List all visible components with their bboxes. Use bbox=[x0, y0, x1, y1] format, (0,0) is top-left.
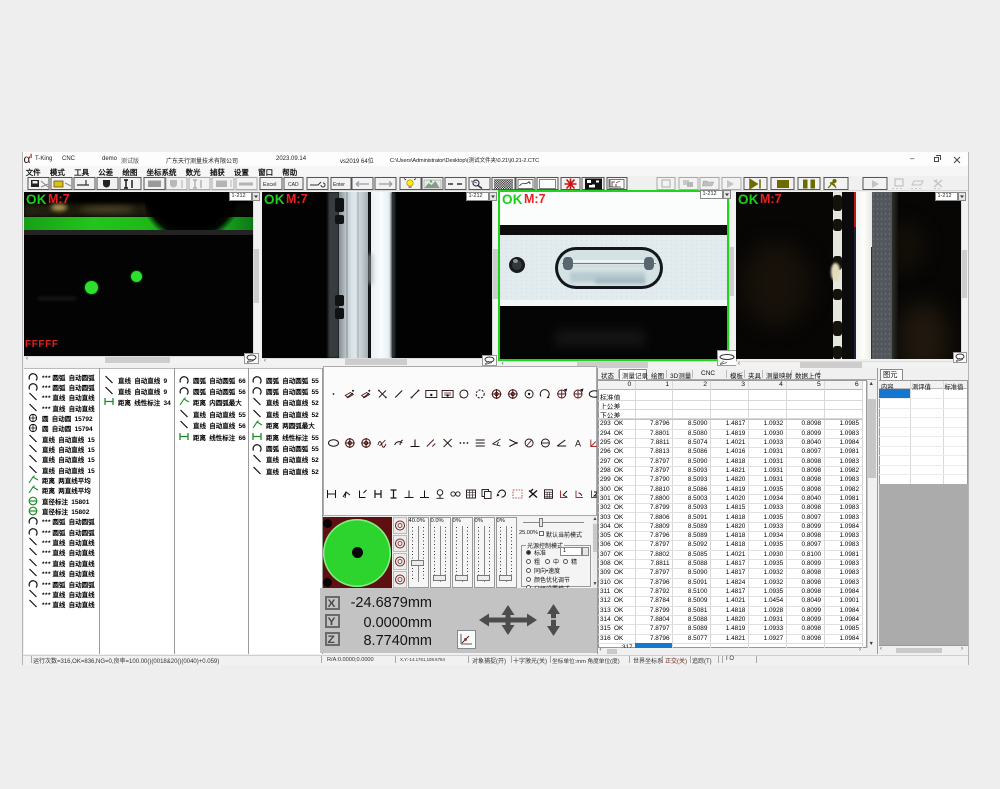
svg-text:Enter: Enter bbox=[333, 182, 345, 188]
svg-text:A: A bbox=[575, 439, 581, 449]
svg-text:Excel: Excel bbox=[263, 182, 276, 188]
svg-text:CAD: CAD bbox=[288, 182, 299, 188]
